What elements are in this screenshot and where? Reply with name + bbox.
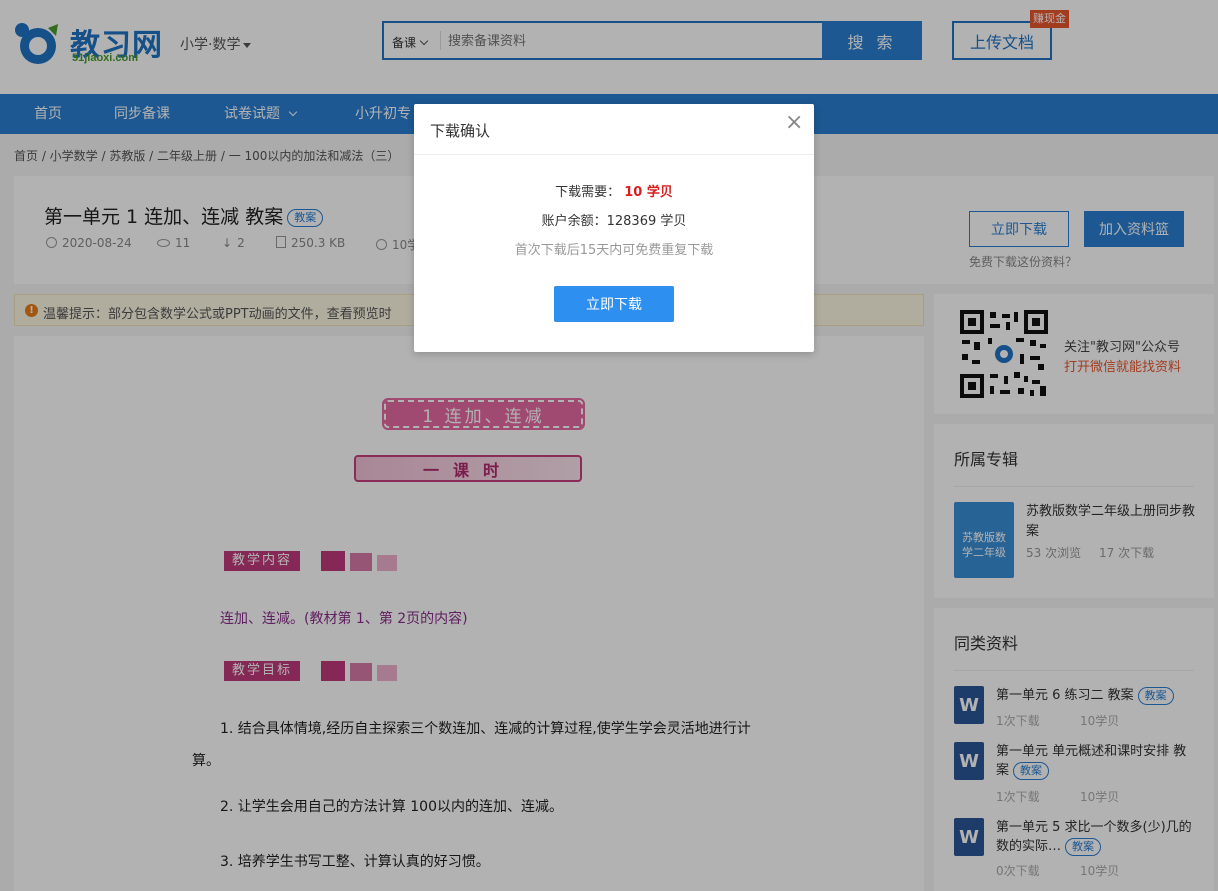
account-balance: 账户余额：128369 学贝: [541, 214, 687, 229]
confirm-download-button[interactable]: 立即下载: [554, 286, 674, 322]
download-note: 首次下载后15天内可免费重复下载: [514, 243, 714, 258]
download-cost: 下载需要： 10 学贝: [414, 181, 814, 200]
download-cost-value: 10 学贝: [624, 185, 673, 200]
download-confirm-dialog: 下载确认 × 下载需要： 10 学贝 账户余额：128369 学贝 首次下载后1…: [414, 104, 814, 352]
dialog-header: 下载确认 ×: [414, 104, 814, 155]
dialog-title: 下载确认: [430, 122, 491, 140]
close-icon[interactable]: ×: [785, 112, 803, 134]
download-cost-label: 下载需要：: [555, 185, 621, 200]
